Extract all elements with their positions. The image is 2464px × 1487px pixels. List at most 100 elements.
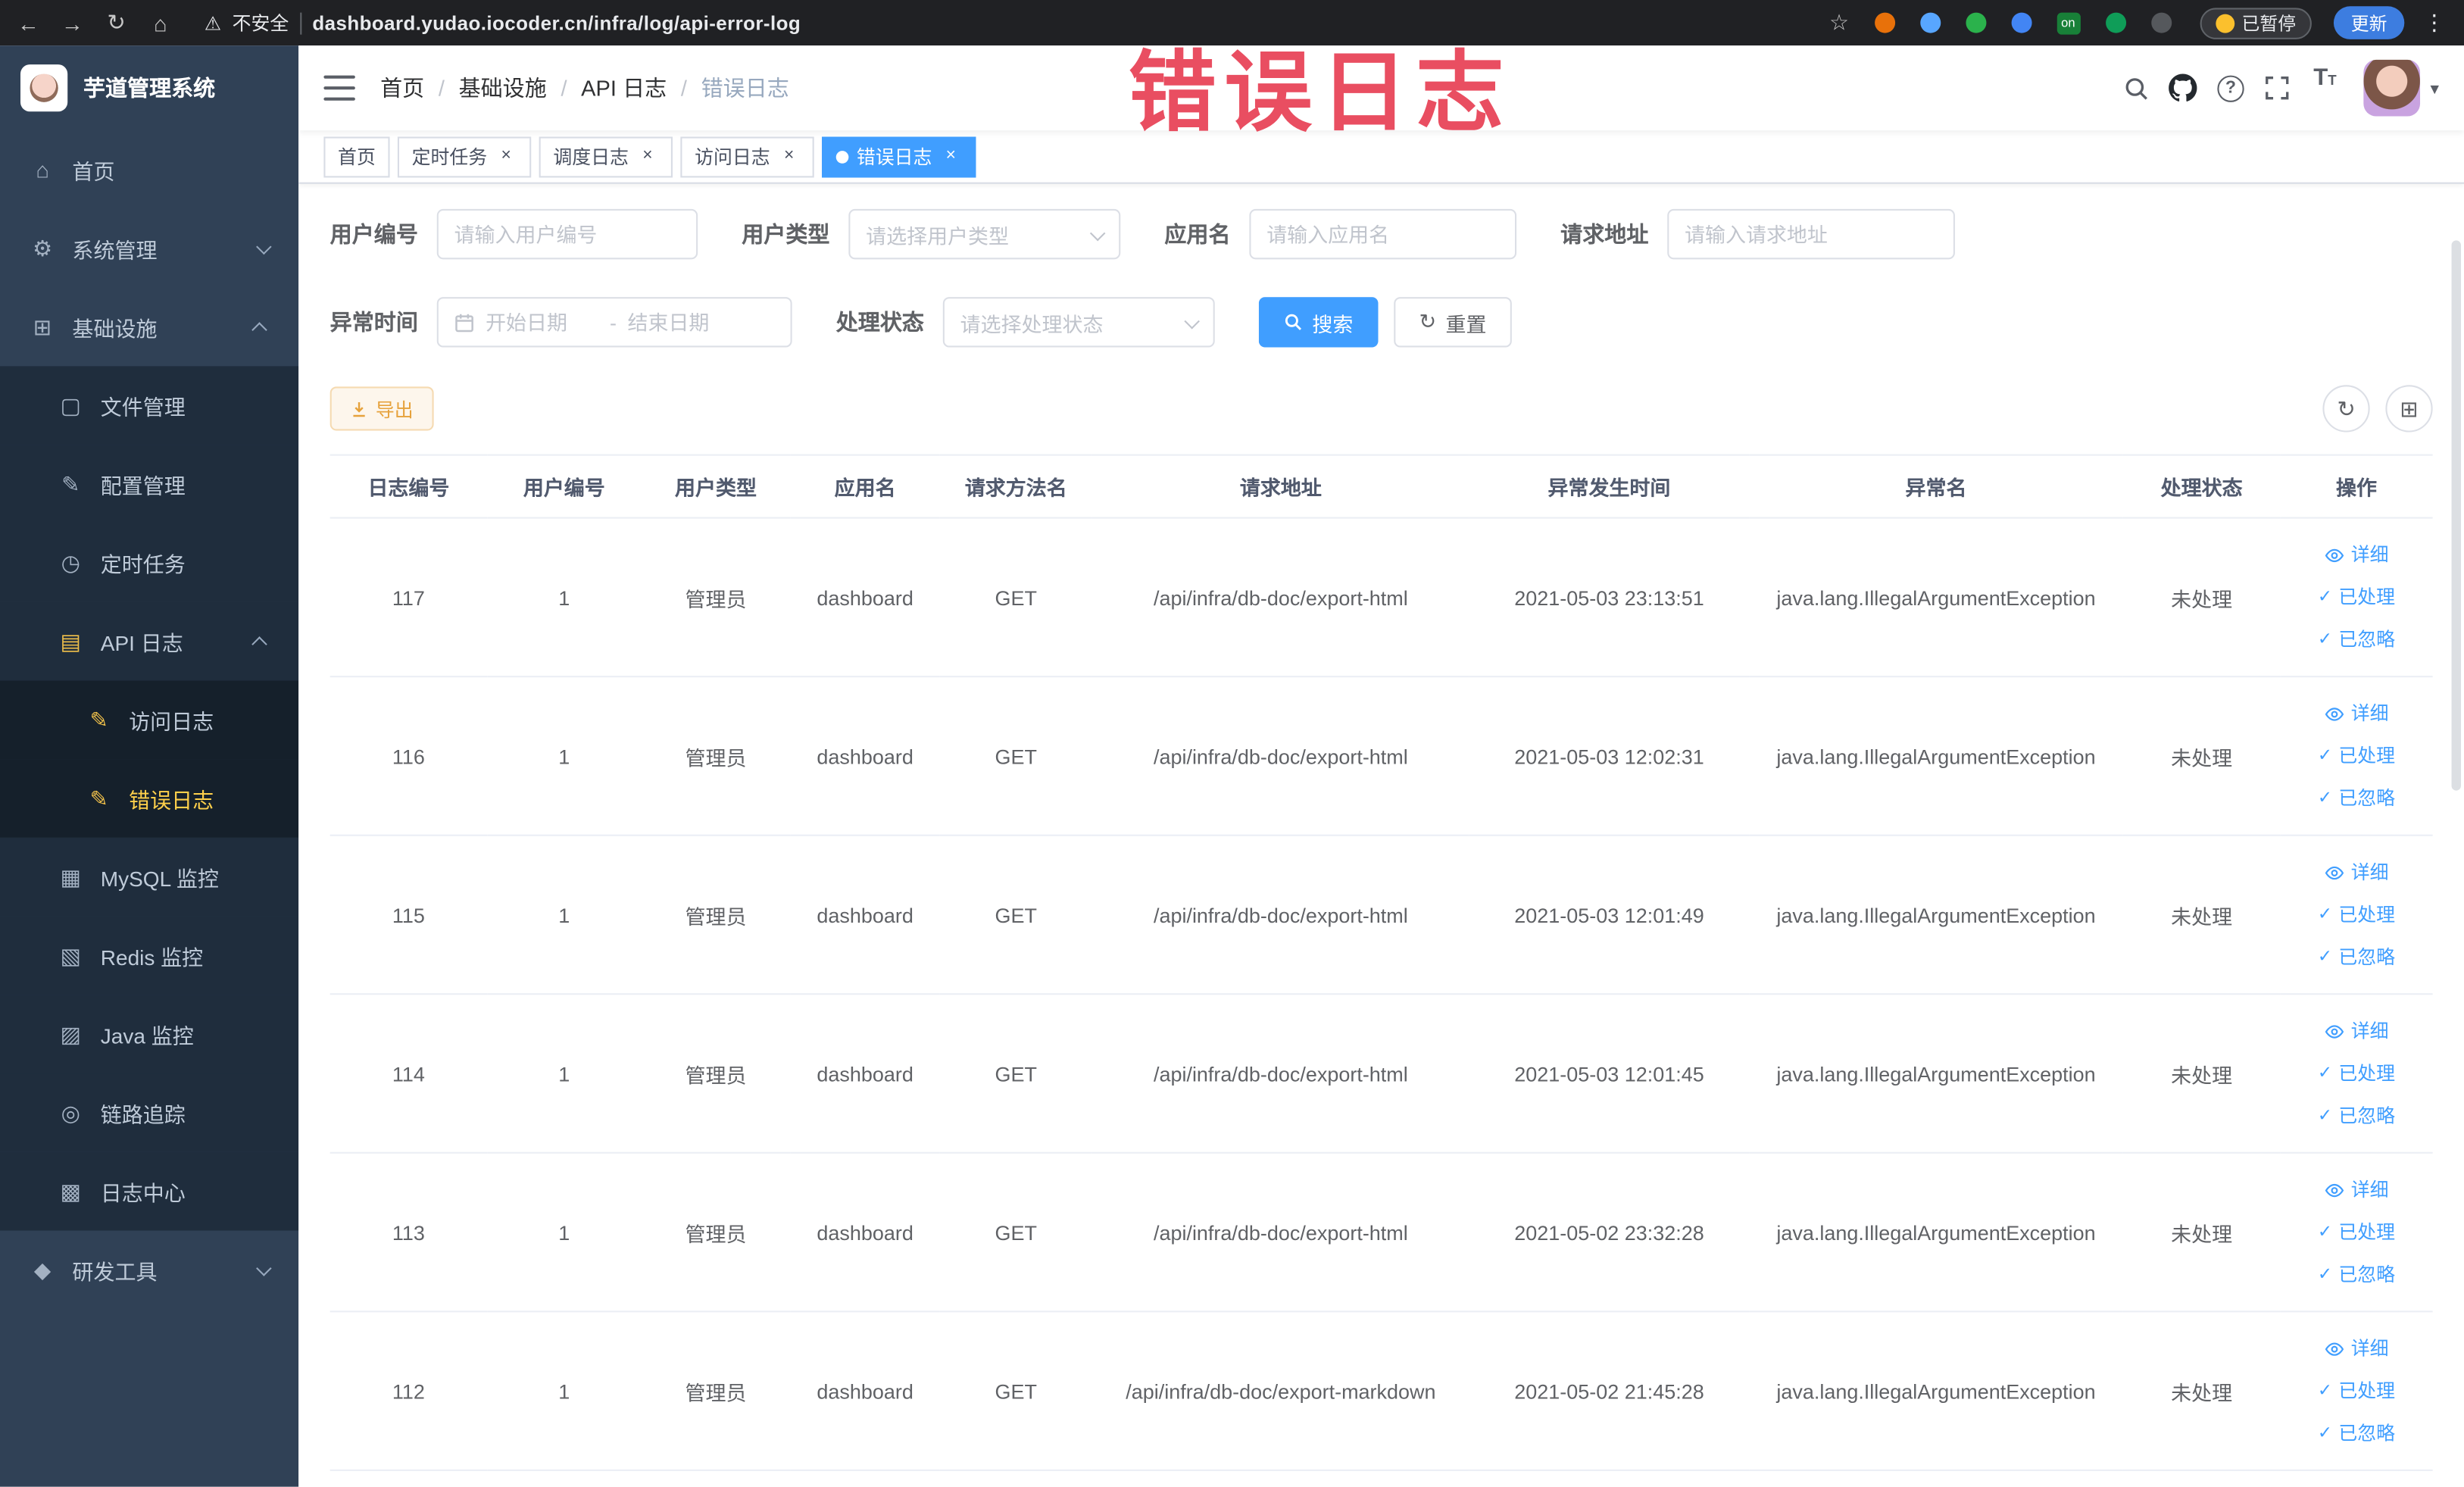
ignored-link[interactable]: ✓ 已忽略 [2287, 777, 2427, 820]
close-icon[interactable]: × [778, 145, 800, 167]
browser-back-icon[interactable]: ← [13, 10, 44, 35]
ignored-link-label: 已忽略 [2338, 627, 2396, 650]
ignored-link[interactable]: ✓ 已忽略 [2287, 936, 2427, 978]
tab-error-log[interactable]: 错误日志 × [822, 136, 976, 177]
processed-link[interactable]: ✓ 已处理 [2287, 893, 2427, 936]
hamburger-icon[interactable] [323, 75, 355, 101]
processed-link[interactable]: ✓ 已处理 [2287, 735, 2427, 777]
sidebar-item-home[interactable]: ⌂ 首页 [0, 130, 298, 209]
app-name-label: 应用名 [1164, 221, 1231, 247]
sidebar-item-config-manage[interactable]: ✎ 配置管理 [0, 445, 299, 523]
ignored-link[interactable]: ✓ 已忽略 [2287, 1254, 2427, 1296]
browser-reload-icon[interactable]: ↻ [101, 9, 132, 36]
cell-status: 未处理 [2122, 994, 2281, 1154]
user-id-input[interactable] [436, 208, 698, 260]
bookmark-star-icon[interactable]: ☆ [1829, 9, 1849, 36]
tab-access-log[interactable]: 访问日志 × [680, 136, 814, 177]
log-edit-icon: ✎ [89, 785, 108, 811]
sidebar-item-label: API 日志 [100, 632, 183, 656]
tab-scheduled-job[interactable]: 定时任务 × [397, 136, 532, 177]
search-icon[interactable] [2113, 64, 2160, 111]
ignored-link[interactable]: ✓ 已忽略 [2287, 618, 2427, 661]
sidebar-item-trace[interactable]: ◎ 链路追踪 [0, 1073, 299, 1152]
breadcrumb-separator: / [561, 75, 567, 101]
end-date-input[interactable] [627, 310, 741, 334]
sidebar-item-access-log[interactable]: ✎ 访问日志 [0, 680, 299, 760]
reset-button[interactable]: ↻ 重置 [1394, 297, 1512, 348]
address-bar[interactable]: ⚠ 不安全 dashboard.yudao.iocoder.cn/infra/l… [205, 9, 801, 36]
user-type-select[interactable]: 请选择用户类型 [848, 208, 1121, 260]
tab-label: 首页 [338, 145, 376, 168]
app-name-input[interactable] [1249, 208, 1517, 260]
exception-time-range-picker[interactable]: - [436, 297, 792, 348]
extension-icon-2[interactable] [1919, 12, 1941, 33]
sidebar-item-redis-monitor[interactable]: ▧ Redis 监控 [0, 916, 299, 995]
tab-dispatch-log[interactable]: 调度日志 × [539, 136, 673, 177]
tab-home[interactable]: 首页 [323, 136, 390, 177]
browser-forward-icon[interactable]: → [57, 10, 88, 35]
export-button[interactable]: 导出 [329, 386, 434, 431]
filter-row-1: 用户编号 用户类型 请选择用户类型 应用名 [329, 208, 2433, 260]
tab-label: 访问日志 [695, 145, 770, 168]
refresh-button[interactable]: ↻ [2322, 385, 2370, 433]
detail-link[interactable]: 详细 [2287, 692, 2427, 735]
sidebar-item-mysql-monitor[interactable]: ▦ MySQL 监控 [0, 837, 299, 917]
sidebar-item-java-monitor[interactable]: ▨ Java 监控 [0, 995, 299, 1074]
detail-link[interactable]: 详细 [2287, 533, 2427, 576]
cell-actions: 详细 ✓ 已处理 ✓ 已忽略 [2280, 676, 2433, 836]
detail-link[interactable]: 详细 [2287, 1010, 2427, 1052]
user-id-label: 用户编号 [329, 221, 418, 247]
browser-home-icon[interactable]: ⌂ [145, 10, 176, 35]
close-icon[interactable]: × [940, 145, 962, 167]
github-icon[interactable] [2160, 64, 2207, 111]
sidebar-item-scheduled-job[interactable]: ◷ 定时任务 [0, 523, 299, 602]
help-icon[interactable]: ? [2207, 64, 2254, 111]
breadcrumb-item[interactable]: 首页 [380, 72, 424, 103]
ignored-link[interactable]: ✓ 已忽略 [2287, 1095, 2427, 1137]
avatar-caret-down-icon[interactable]: ▾ [2430, 78, 2438, 98]
extension-icon-6[interactable] [2150, 12, 2172, 33]
extension-icon-4[interactable] [2010, 12, 2031, 33]
extension-icon-1[interactable] [1874, 12, 1895, 33]
detail-link[interactable]: 详细 [2287, 1327, 2427, 1370]
ignored-link[interactable]: ✓ 已忽略 [2287, 1412, 2427, 1454]
fullscreen-icon[interactable] [2254, 64, 2301, 111]
sidebar-item-label: 系统管理 [72, 239, 158, 263]
sidebar-item-log-center[interactable]: ▩ 日志中心 [0, 1151, 299, 1231]
sidebar-item-file-manage[interactable]: ▢ 文件管理 [0, 366, 299, 445]
font-size-icon[interactable]: TT [2301, 64, 2348, 111]
sidebar-item-dev-tools[interactable]: ◆ 研发工具 [0, 1230, 298, 1309]
processed-link[interactable]: ✓ 已处理 [2287, 1370, 2427, 1412]
breadcrumb-item[interactable]: 基础设施 [459, 72, 547, 103]
scrollbar-thumb[interactable] [2451, 240, 2461, 791]
table-row: 112 1 管理员 dashboard GET /api/infra/db-do… [329, 1311, 2433, 1471]
browser-menu-icon[interactable]: ⋮ [2423, 9, 2445, 36]
sidebar-item-error-log[interactable]: ✎ 错误日志 [0, 759, 299, 838]
column-settings-button[interactable]: ⊞ [2385, 385, 2433, 433]
gear-icon: ⚙ [32, 235, 53, 261]
start-date-input[interactable] [486, 310, 599, 334]
search-button[interactable]: 搜索 [1258, 297, 1379, 348]
processed-link[interactable]: ✓ 已处理 [2287, 576, 2427, 618]
detail-link[interactable]: 详细 [2287, 1169, 2427, 1211]
column-header: 异常发生时间 [1469, 454, 1750, 519]
sidebar-item-system[interactable]: ⚙ 系统管理 [0, 209, 298, 288]
process-status-select[interactable]: 请选择处理状态 [942, 297, 1215, 348]
app-logo[interactable]: 芋道管理系统 [0, 45, 298, 130]
user-avatar[interactable] [2364, 59, 2422, 117]
paused-badge[interactable]: 已暂停 [2199, 7, 2312, 39]
extension-icon-5[interactable] [2105, 12, 2126, 33]
update-button[interactable]: 更新 [2333, 6, 2405, 39]
detail-link[interactable]: 详细 [2287, 851, 2427, 893]
check-icon: ✓ [2317, 629, 2333, 648]
close-icon[interactable]: × [636, 145, 658, 167]
processed-link[interactable]: ✓ 已处理 [2287, 1211, 2427, 1254]
sidebar-item-infra[interactable]: ⊞ 基础设施 [0, 288, 298, 367]
extension-icon-3[interactable] [1965, 12, 1986, 33]
request-url-input[interactable] [1667, 208, 1955, 260]
extension-on-badge[interactable]: on [2056, 11, 2080, 34]
sidebar-item-api-log[interactable]: ▤ API 日志 [0, 601, 299, 681]
close-icon[interactable]: × [495, 145, 517, 167]
breadcrumb-item[interactable]: API 日志 [581, 72, 667, 103]
processed-link[interactable]: ✓ 已处理 [2287, 1052, 2427, 1095]
